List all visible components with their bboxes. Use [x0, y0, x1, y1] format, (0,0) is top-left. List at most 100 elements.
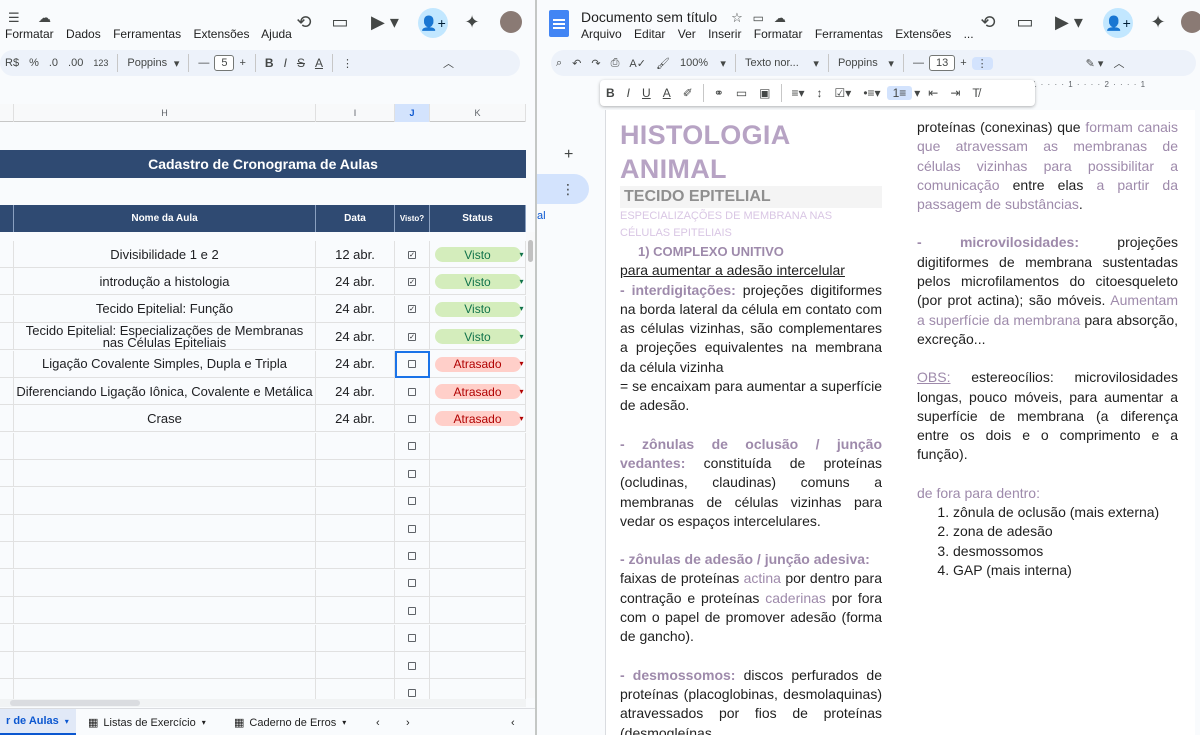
menu-ver[interactable]: Ver [678, 27, 696, 41]
header-status[interactable]: Status [430, 205, 526, 232]
percent-button[interactable]: % [24, 57, 44, 69]
subheading[interactable]: para aumentar a adesão intercelular [620, 261, 882, 280]
meet-icon[interactable]: ▶ ▾ [1049, 7, 1089, 37]
text-color-icon[interactable]: A [657, 86, 677, 100]
currency-button[interactable]: R$ [0, 57, 24, 69]
cell-status[interactable] [430, 652, 526, 679]
cell-data[interactable] [316, 542, 395, 570]
cell-nome-da-aula[interactable]: introdução a histologia [14, 268, 316, 296]
cell-visto[interactable] [395, 515, 430, 542]
cell-data[interactable]: 12 abr. [316, 241, 395, 268]
chevron-down-icon[interactable]: ▾ [912, 86, 922, 100]
add-comment-icon[interactable]: ▭ [730, 86, 753, 100]
cell-status[interactable] [430, 460, 526, 488]
cell-status[interactable] [430, 515, 526, 542]
checkbox[interactable] [408, 387, 416, 396]
highlight-icon[interactable]: ✐ [677, 86, 699, 100]
paragraph-zonulas-oclusao[interactable]: - zônulas de oclusão / junção vedantes: … [620, 435, 882, 531]
paragraph-gap-junction[interactable]: proteínas (conexinas) que formam canais … [917, 118, 1178, 214]
cell-data[interactable] [316, 487, 395, 515]
font-size-increase-button[interactable]: + [955, 57, 971, 69]
underline-icon[interactable]: U [636, 86, 657, 100]
sheet-title-banner[interactable]: Cadastro de Cronograma de Aulas [0, 150, 526, 178]
font-select[interactable]: Poppins ▾ [122, 57, 184, 70]
bold-icon[interactable]: B [260, 56, 279, 70]
folder-icon[interactable]: ▭ [753, 11, 764, 25]
status-chip[interactable]: Visto ▾ [434, 301, 524, 317]
more-options-icon[interactable]: ⋮ [337, 57, 358, 70]
checkbox[interactable] [408, 414, 416, 423]
paragraph-interdigitacoes[interactable]: - interdigitações: projeções digitiforme… [620, 281, 882, 377]
vertical-scrollbar[interactable] [526, 232, 535, 698]
cell-visto[interactable]: ✓ [395, 295, 430, 323]
status-chip[interactable]: Atrasado ▾ [434, 356, 524, 372]
search-icon[interactable]: ⌕ [551, 57, 567, 70]
checkbox[interactable] [408, 360, 416, 369]
comment-icon[interactable]: ▭ [1010, 7, 1040, 37]
checkbox[interactable] [408, 688, 416, 697]
status-chip[interactable]: Atrasado ▾ [434, 411, 524, 427]
header-data[interactable]: Data [316, 205, 395, 232]
avatar[interactable] [1177, 7, 1200, 37]
paragraph-microvilosidades[interactable]: - microvilosidades: projeções digitiform… [917, 233, 1178, 349]
list-item[interactable]: zônula de oclusão (mais externa) [953, 503, 1178, 522]
cell-nome-da-aula[interactable] [14, 652, 316, 679]
cell-nome-da-aula[interactable]: Crase [14, 405, 316, 433]
menu-formatar[interactable]: Formatar [754, 27, 803, 41]
checkbox[interactable] [408, 551, 416, 560]
cell-status[interactable]: Atrasado ▾ [430, 350, 526, 378]
list-item[interactable]: desmossomos [953, 542, 1178, 561]
cell-status[interactable]: Atrasado ▾ [430, 378, 526, 405]
cell-data[interactable]: 24 abr. [316, 268, 395, 296]
add-tab-icon[interactable]: + [564, 146, 573, 164]
cell-visto[interactable] [395, 487, 430, 515]
cell-data[interactable]: 24 abr. [316, 405, 395, 433]
cell-visto[interactable] [395, 378, 430, 405]
cell-status[interactable]: Visto ▾ [430, 295, 526, 323]
status-chip[interactable]: Visto ▾ [434, 247, 524, 262]
cell-data[interactable]: 24 abr. [316, 323, 395, 351]
cell-status[interactable] [430, 597, 526, 625]
cell-data[interactable]: 24 abr. [316, 350, 395, 378]
decrease-decimal-button[interactable]: .0 [44, 57, 63, 69]
checkbox[interactable]: ✓ [408, 332, 416, 341]
cell-visto[interactable] [395, 652, 430, 679]
paint-format-icon[interactable]: 🖌 [651, 57, 675, 70]
cell-visto[interactable] [395, 624, 430, 652]
align-icon[interactable]: ≡▾ [786, 86, 811, 100]
cell-nome-da-aula[interactable] [14, 624, 316, 652]
comment-icon[interactable]: ▭ [325, 7, 355, 37]
italic-icon[interactable]: I [621, 86, 636, 100]
font-size-input[interactable]: 13 [928, 55, 956, 71]
cell-nome-da-aula[interactable] [14, 542, 316, 570]
decrease-indent-icon[interactable]: ⇤ [922, 86, 944, 100]
checkbox[interactable] [408, 469, 416, 478]
cell-nome-da-aula[interactable]: Tecido Epitelial: Especializações de Mem… [14, 323, 316, 351]
header-nome-da-aula[interactable]: Nome da Aula [14, 205, 316, 232]
heading-3[interactable]: ESPECIALIZAÇÕES DE MEMBRANA NAS CÉLULAS … [620, 208, 882, 242]
collapse-sidebar-icon[interactable]: ‹ [505, 709, 521, 735]
cell-status[interactable]: Visto ▾ [430, 241, 526, 268]
increase-indent-icon[interactable]: ⇥ [944, 86, 966, 100]
style-select[interactable]: Texto nor... ▾ [740, 57, 824, 70]
menu-arquivo[interactable]: Arquivo [581, 27, 622, 41]
cell-visto[interactable] [395, 542, 430, 570]
ruler[interactable]: 1 · · · · 1 · · · · 2 · · · · 1 [1032, 80, 1200, 92]
avatar[interactable] [496, 7, 526, 37]
checkbox[interactable] [408, 442, 416, 451]
heading-2[interactable]: TECIDO EPITELIAL [620, 186, 882, 208]
cell-nome-da-aula[interactable] [14, 515, 316, 542]
column-header-i[interactable]: I [316, 104, 395, 122]
history-icon[interactable]: ⟲ [973, 7, 1003, 37]
cell-visto[interactable] [395, 350, 430, 378]
cloud-icon[interactable]: ☁ [774, 11, 786, 25]
list-item[interactable]: zona de adesão [953, 522, 1178, 541]
more-options-icon[interactable]: ⋮ [971, 56, 993, 70]
column-header-j[interactable]: J [395, 104, 430, 122]
doc-title[interactable]: Documento sem título ☆ ▭ ☁ [581, 9, 786, 26]
checkbox[interactable] [408, 661, 416, 670]
cell-status[interactable]: Visto ▾ [430, 268, 526, 296]
menu-icon[interactable]: ☰ [8, 10, 20, 26]
history-icon[interactable]: ⟲ [289, 7, 319, 37]
line-spacing-icon[interactable]: ↕ [811, 86, 829, 100]
